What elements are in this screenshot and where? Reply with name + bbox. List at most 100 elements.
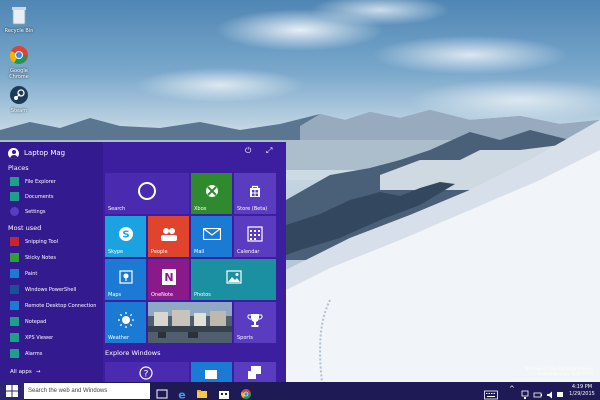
desktop-icon-label: Steam: [10, 108, 28, 114]
tile-label: Calendar: [237, 249, 260, 255]
places-item-documents[interactable]: Documents: [10, 191, 54, 202]
most-used-item-xps-viewer[interactable]: XPS Viewer: [10, 332, 53, 343]
desktop-icon-label: Google Chrome: [9, 68, 29, 80]
desktop-icon-chrome[interactable]: Google Chrome: [2, 44, 36, 80]
tile-onenote[interactable]: N OneNote: [148, 259, 189, 300]
all-apps-label: All apps: [10, 369, 32, 375]
windows-logo-icon: [6, 385, 18, 397]
windows-feature-icon: [205, 370, 217, 379]
xbox-icon: [205, 185, 218, 198]
tile-label: Skype: [108, 249, 124, 255]
tile-label: Weather: [108, 335, 130, 341]
places-item-settings[interactable]: Settings: [10, 206, 46, 217]
recycle-bin-icon: [8, 4, 30, 26]
menu-item-label: File Explorer: [25, 178, 56, 185]
tile-label: OneNote: [151, 292, 174, 298]
chrome-icon: [241, 389, 251, 399]
menu-item-label: Documents: [25, 193, 54, 200]
internet-explorer-icon: e: [178, 389, 185, 400]
most-used-item-sticky-notes[interactable]: Sticky Notes: [10, 252, 56, 263]
clock-date: 1/29/2015: [569, 391, 595, 397]
tile-store[interactable]: Store (Beta): [234, 173, 276, 214]
tile-label: Store (Beta): [237, 206, 268, 212]
most-used-item-remote-desktop[interactable]: Remote Desktop Connection: [10, 300, 96, 311]
svg-text:e: e: [178, 389, 185, 400]
menu-item-label: Alarms: [25, 350, 43, 357]
steam-icon: [8, 84, 30, 106]
network-button[interactable]: [521, 385, 529, 399]
menu-item-label: Sticky Notes: [25, 254, 56, 261]
keyboard-icon: [484, 390, 498, 400]
all-apps-button[interactable]: All apps →: [10, 369, 40, 375]
clock-time: 4:19 PM: [571, 384, 593, 390]
notepad-icon: [10, 317, 19, 326]
xps-viewer-icon: [10, 333, 19, 342]
expand-button[interactable]: ⤢: [266, 146, 276, 156]
start-button[interactable]: [0, 382, 24, 400]
taskbar: Search the web and Windows e ^ 4:19 PM 1…: [0, 382, 600, 400]
tile-weather[interactable]: Weather: [105, 302, 146, 343]
keyboard-button[interactable]: [484, 385, 498, 400]
places-heading: Places: [8, 164, 29, 172]
most-used-item-paint[interactable]: Paint: [10, 268, 37, 279]
user-account[interactable]: Laptop Mag: [8, 146, 65, 160]
taskbar-internet-explorer[interactable]: e: [176, 385, 188, 400]
show-hidden-icons-button[interactable]: ^: [509, 385, 517, 397]
build-watermark: Windows 10 Pro Technical Preview Evaluat…: [505, 366, 593, 376]
tile-mail[interactable]: Mail: [191, 216, 232, 257]
tile-maps[interactable]: Maps: [105, 259, 146, 300]
task-view-button[interactable]: [156, 385, 168, 399]
tile-skype[interactable]: S Skype: [105, 216, 146, 257]
desktop-icon-recycle-bin[interactable]: Recycle Bin: [2, 4, 36, 34]
people-icon: [160, 228, 177, 242]
news-photo-image: [148, 302, 232, 343]
action-center-button[interactable]: [556, 385, 564, 397]
mail-envelope-icon: [202, 228, 221, 241]
tile-search[interactable]: Search: [105, 173, 189, 214]
tile-label: Xbox: [194, 206, 207, 212]
tile-label: People: [151, 249, 168, 255]
most-used-item-powershell[interactable]: Windows PowerShell: [10, 284, 76, 295]
paint-icon: [10, 269, 19, 278]
tile-xbox[interactable]: Xbox: [191, 173, 232, 214]
folder-icon: [197, 390, 207, 398]
most-used-item-notepad[interactable]: Notepad: [10, 316, 46, 327]
tile-explore-2[interactable]: [191, 362, 232, 382]
alarm-icon: [10, 349, 19, 358]
most-used-item-snipping-tool[interactable]: Snipping Tool: [10, 236, 58, 247]
watermark-line: Evaluation copy. Build 9926: [537, 371, 593, 376]
feedback-icon: [248, 366, 261, 379]
tile-calendar[interactable]: Calendar: [234, 216, 276, 257]
store-bag-icon: [250, 186, 260, 198]
tile-label: Mail: [194, 249, 205, 255]
tile-photos[interactable]: Photos: [191, 259, 276, 300]
taskbar-store[interactable]: [218, 385, 230, 399]
tile-explore-3[interactable]: [234, 362, 276, 382]
svg-text:S: S: [122, 230, 129, 241]
start-menu-left-pane: Laptop Mag Places File Explorer Document…: [0, 142, 103, 382]
menu-item-label: Paint: [25, 270, 38, 277]
taskbar-file-explorer[interactable]: [196, 385, 208, 398]
taskbar-clock[interactable]: 4:19 PM 1/29/2015: [565, 384, 599, 398]
most-used-item-alarms[interactable]: Alarms: [10, 348, 42, 359]
tile-news[interactable]: [148, 302, 232, 343]
arrow-right-icon: →: [35, 369, 41, 375]
user-avatar-icon: [8, 147, 19, 159]
desktop-icon-steam[interactable]: Steam: [2, 84, 36, 114]
power-button[interactable]: ⏻: [245, 146, 255, 156]
tile-explore-1[interactable]: ?: [105, 362, 189, 382]
folder-icon: [10, 177, 19, 186]
menu-item-label: Notepad: [25, 318, 47, 325]
menu-item-label: Snipping Tool: [25, 238, 59, 245]
action-center-icon: [557, 392, 563, 397]
taskbar-search-input[interactable]: Search the web and Windows: [24, 383, 150, 399]
speaker-icon: [547, 391, 552, 399]
volume-button[interactable]: [546, 385, 556, 399]
most-used-heading: Most used: [8, 224, 42, 232]
tile-sports[interactable]: Sports: [234, 302, 276, 343]
places-item-file-explorer[interactable]: File Explorer: [10, 176, 56, 187]
battery-button[interactable]: [533, 385, 543, 398]
tile-people[interactable]: People: [148, 216, 189, 257]
powershell-icon: [10, 285, 19, 294]
taskbar-chrome[interactable]: [240, 385, 252, 399]
